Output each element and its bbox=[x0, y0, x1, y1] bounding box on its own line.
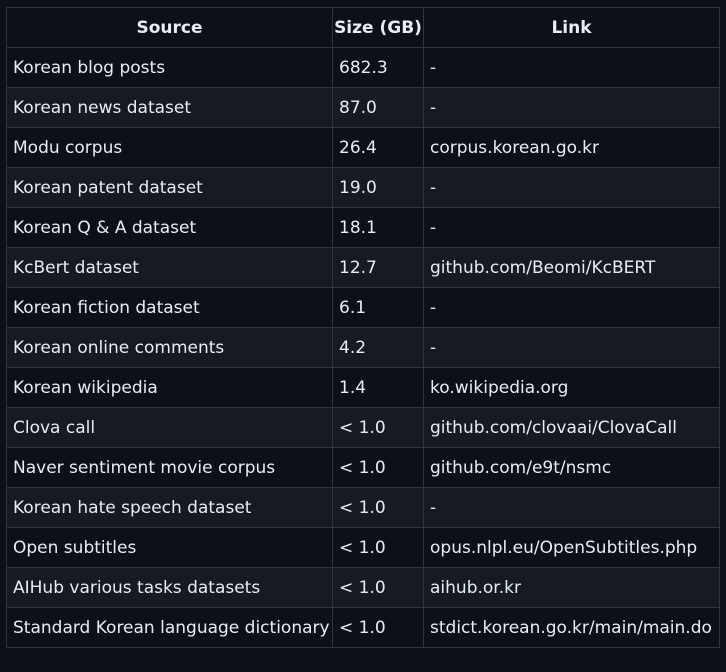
cell-source: Korean blog posts bbox=[6, 47, 333, 88]
cell-size: 19.0 bbox=[332, 167, 424, 208]
table-row: Korean hate speech dataset < 1.0- bbox=[6, 487, 720, 528]
table-row: Modu corpus 26.4 corpus.korean.go.kr bbox=[6, 127, 720, 168]
table-row: Standard Korean language dictionary < 1.0… bbox=[6, 607, 720, 648]
table-row: Korean Q & A dataset 18.1- bbox=[6, 207, 720, 248]
table-header-row: Source Size (GB) Link bbox=[6, 7, 720, 48]
cell-size: 6.1 bbox=[332, 287, 424, 328]
cell-link: - bbox=[423, 47, 720, 88]
table-row: Korean blog posts 682.3- bbox=[6, 47, 720, 88]
cell-source: Korean patent dataset bbox=[6, 167, 333, 208]
table-row: AIHub various tasks datasets < 1.0 aihub.o… bbox=[6, 567, 720, 608]
cell-size: < 1.0 bbox=[332, 607, 424, 648]
table-row: Korean fiction dataset 6.1- bbox=[6, 287, 720, 328]
header-source: Source bbox=[6, 7, 333, 48]
cell-link: - bbox=[423, 207, 720, 248]
cell-link: github.com/clovaai/ClovaCall bbox=[423, 407, 720, 448]
cell-link: stdict.korean.go.kr/main/main.do bbox=[423, 607, 720, 648]
cell-source: Korean news dataset bbox=[6, 87, 333, 128]
cell-size: < 1.0 bbox=[332, 527, 424, 568]
cell-link: aihub.or.kr bbox=[423, 567, 720, 608]
cell-size: 1.4 bbox=[332, 367, 424, 408]
cell-source: Korean Q & A dataset bbox=[6, 207, 333, 248]
cell-source: Korean wikipedia bbox=[6, 367, 333, 408]
cell-link: - bbox=[423, 167, 720, 208]
cell-source: Korean hate speech dataset bbox=[6, 487, 333, 528]
cell-size: 4.2 bbox=[332, 327, 424, 368]
cell-link: ko.wikipedia.org bbox=[423, 367, 720, 408]
cell-link: - bbox=[423, 327, 720, 368]
cell-link: github.com/Beomi/KcBERT bbox=[423, 247, 720, 288]
cell-size: < 1.0 bbox=[332, 407, 424, 448]
cell-link: opus.nlpl.eu/OpenSubtitles.php bbox=[423, 527, 720, 568]
cell-size: 682.3 bbox=[332, 47, 424, 88]
cell-size: 12.7 bbox=[332, 247, 424, 288]
table-row: Korean online comments 4.2- bbox=[6, 327, 720, 368]
cell-source: KcBert dataset bbox=[6, 247, 333, 288]
cell-link: corpus.korean.go.kr bbox=[423, 127, 720, 168]
table-row: Open subtitles < 1.0 opus.nlpl.eu/OpenSubt… bbox=[6, 527, 720, 568]
table-row: Korean wikipedia 1.4 ko.wikipedia.org bbox=[6, 367, 720, 408]
header-size: Size (GB) bbox=[332, 7, 424, 48]
cell-link: github.com/e9t/nsmc bbox=[423, 447, 720, 488]
cell-size: < 1.0 bbox=[332, 567, 424, 608]
cell-source: Standard Korean language dictionary bbox=[6, 607, 333, 648]
cell-link: - bbox=[423, 487, 720, 528]
cell-link: - bbox=[423, 87, 720, 128]
table-row: Korean patent dataset 19.0- bbox=[6, 167, 720, 208]
table-row: Clova call < 1.0 github.com/clovaai/ClovaC… bbox=[6, 407, 720, 448]
cell-size: 18.1 bbox=[332, 207, 424, 248]
header-link: Link bbox=[423, 7, 720, 48]
cell-link: - bbox=[423, 287, 720, 328]
cell-size: < 1.0 bbox=[332, 447, 424, 488]
cell-source: Open subtitles bbox=[6, 527, 333, 568]
cell-source: Korean fiction dataset bbox=[6, 287, 333, 328]
table-row: KcBert dataset 12.7 github.com/Beomi/KcBER… bbox=[6, 247, 720, 288]
table-row: Korean news dataset 87.0- bbox=[6, 87, 720, 128]
cell-source: Korean online comments bbox=[6, 327, 333, 368]
table-body: Korean blog posts 682.3- Korean news data… bbox=[6, 47, 720, 648]
cell-source: Naver sentiment movie corpus bbox=[6, 447, 333, 488]
cell-size: 26.4 bbox=[332, 127, 424, 168]
table-row: Naver sentiment movie corpus < 1.0 github.… bbox=[6, 447, 720, 488]
dataset-table: Source Size (GB) Link Korean blog posts 6… bbox=[6, 7, 720, 648]
cell-size: < 1.0 bbox=[332, 487, 424, 528]
cell-source: Modu corpus bbox=[6, 127, 333, 168]
cell-source: AIHub various tasks datasets bbox=[6, 567, 333, 608]
cell-size: 87.0 bbox=[332, 87, 424, 128]
cell-source: Clova call bbox=[6, 407, 333, 448]
